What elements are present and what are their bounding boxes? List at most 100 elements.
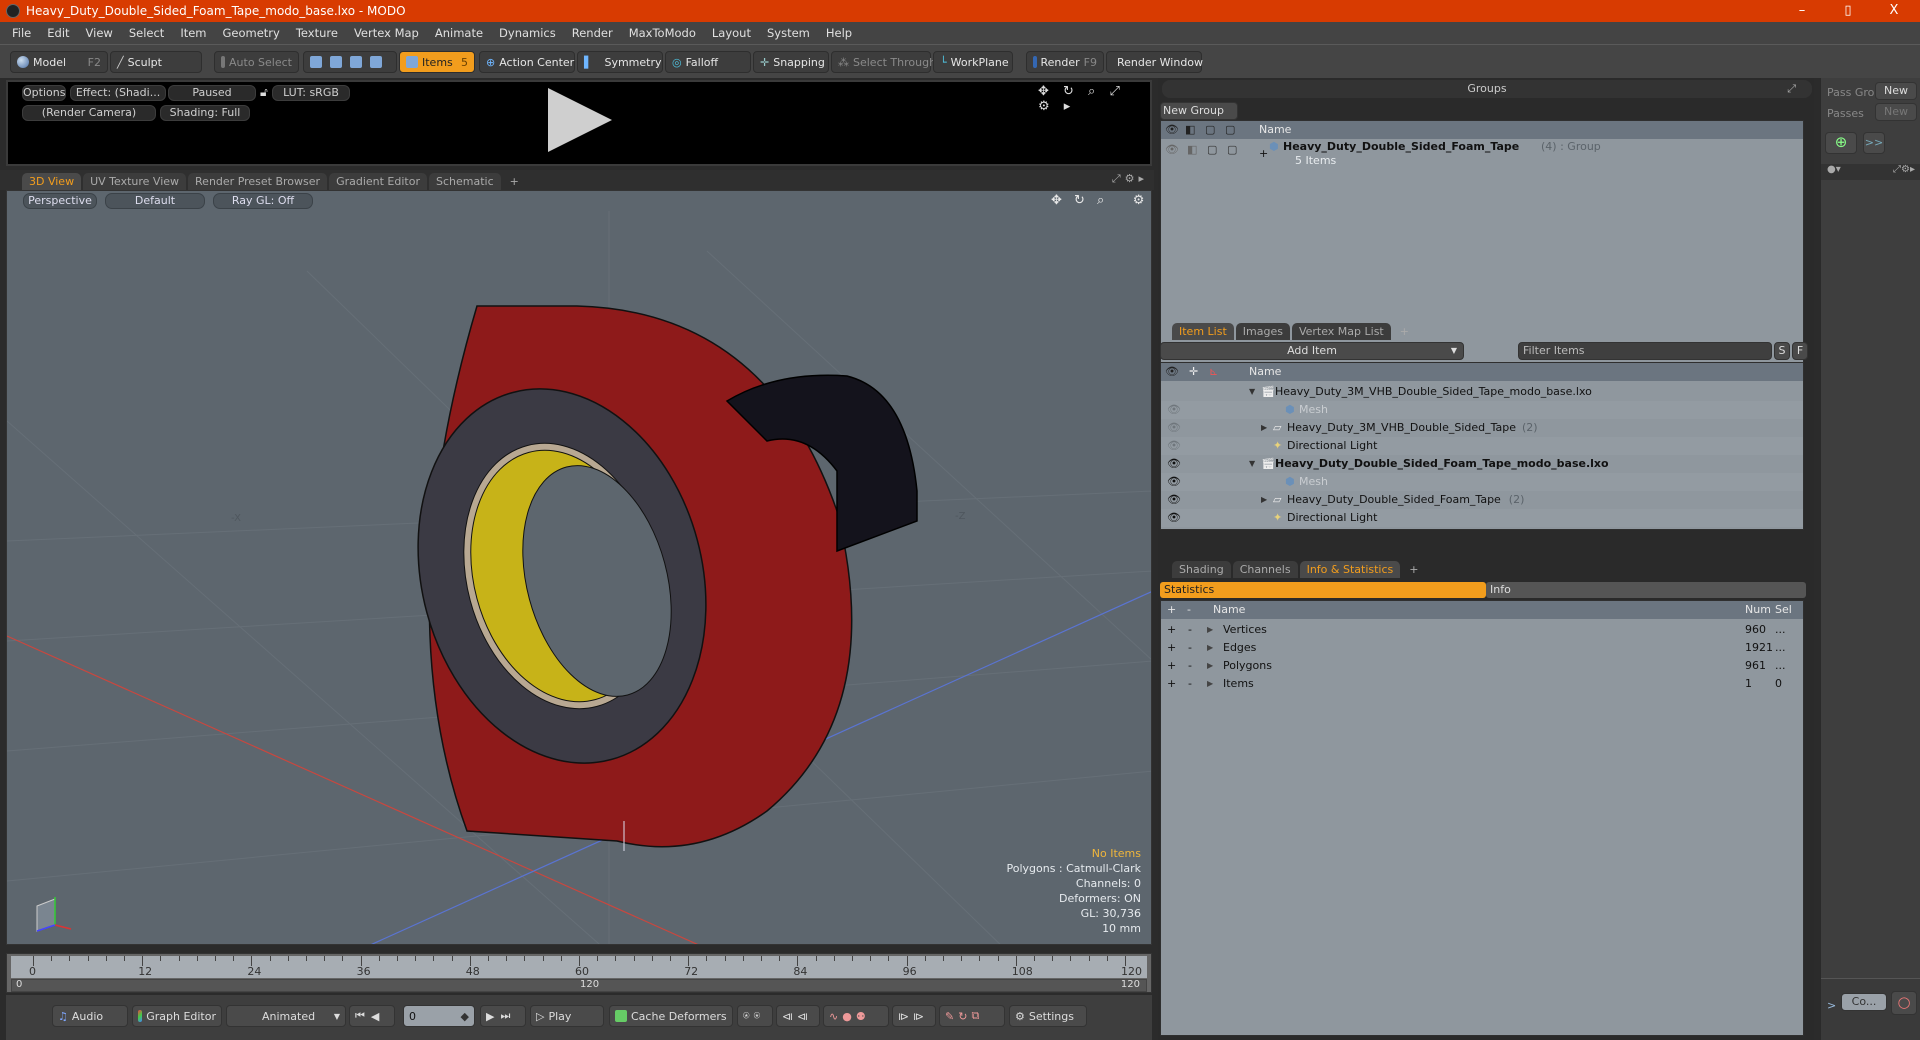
preview-paused-button[interactable]: Paused xyxy=(168,85,256,101)
expand-gear-icons[interactable]: ⤢⚙▸ xyxy=(1893,164,1915,175)
tab-render-preset-browser[interactable]: Render Preset Browser xyxy=(188,173,328,190)
preview-lut-dropdown[interactable]: LUT: sRGB xyxy=(272,85,350,101)
stat-expand-arrow-icon[interactable]: ▶ xyxy=(1207,657,1213,675)
record-macro-button[interactable]: ○ xyxy=(1891,991,1917,1015)
edges-mode-icon[interactable] xyxy=(330,56,342,68)
key-tools-3[interactable]: ∿ ● ⚉ xyxy=(823,1005,889,1027)
menu-animate[interactable]: Animate xyxy=(427,26,491,40)
close-button[interactable]: X xyxy=(1874,0,1914,22)
viewport-expand-gear-icons[interactable]: ⤢⚙▸ xyxy=(1112,172,1148,186)
play-preview-icon[interactable] xyxy=(548,88,612,152)
group-render-icon[interactable]: ◧ xyxy=(1187,141,1197,159)
add-item-dropdown[interactable]: Add Item ▼ xyxy=(1160,342,1464,360)
stat-collapse-button[interactable]: - xyxy=(1188,621,1192,639)
key-tools-1[interactable]: ⍟ ⍟ xyxy=(737,1005,773,1027)
menu-maxtomodo[interactable]: MaxToModo xyxy=(621,26,704,40)
visibility-icon[interactable]: 👁︎ xyxy=(1167,491,1181,509)
menu-edit[interactable]: Edit xyxy=(39,26,77,40)
item-list-row[interactable]: 👁︎ ▶ ▱ Heavy_Duty_3M_VHB_Double_Sided_Tape (… xyxy=(1161,419,1803,437)
key-tool-a-icon[interactable]: ✎ xyxy=(945,1010,954,1023)
stat-expand-button[interactable]: + xyxy=(1167,621,1176,639)
item-list-row[interactable]: 👁︎ ▶ ▱ Heavy_Duty_Double_Sided_Foam_Tape (2) xyxy=(1161,491,1803,509)
timeline-range[interactable]: 0 120 120 xyxy=(11,979,1147,992)
axis-col-icon[interactable]: ⊾ xyxy=(1209,363,1218,381)
menu-layout[interactable]: Layout xyxy=(704,26,759,40)
play-button[interactable]: ▷ Play xyxy=(530,1005,604,1027)
menu-view[interactable]: View xyxy=(78,26,121,40)
settings-button[interactable]: ⚙ Settings xyxy=(1009,1005,1087,1027)
animated-dropdown[interactable]: Animated ▼ xyxy=(226,1005,346,1027)
tab-channels[interactable]: Channels xyxy=(1232,561,1298,578)
auto-select-button[interactable]: Auto Select xyxy=(214,51,299,73)
menu-help[interactable]: Help xyxy=(818,26,860,40)
last-frame-icon[interactable]: ⏭ xyxy=(500,1009,512,1023)
stat-collapse-button[interactable]: - xyxy=(1188,639,1192,657)
render-button[interactable]: Render F9 xyxy=(1026,51,1104,73)
model-mode-button[interactable]: Model F2 xyxy=(10,51,108,73)
menu-geometry[interactable]: Geometry xyxy=(215,26,288,40)
menu-dynamics[interactable]: Dynamics xyxy=(491,26,564,40)
expand-icon[interactable]: ⤢ xyxy=(1787,80,1796,98)
menu-system[interactable]: System xyxy=(759,26,818,40)
frame-input[interactable]: 0 ◆ xyxy=(403,1005,475,1027)
group-expand-icon[interactable]: + xyxy=(1259,145,1268,163)
add-panel-tab-button[interactable]: + xyxy=(1393,323,1416,340)
add-pass-button[interactable]: ⊕ xyxy=(1825,132,1857,154)
tab-vertex-map-list[interactable]: Vertex Map List xyxy=(1291,323,1391,340)
expand-all-col[interactable]: + xyxy=(1167,601,1176,619)
visibility-col-icon[interactable]: 👁︎ xyxy=(1165,363,1179,381)
group-lock-checkbox[interactable]: ▢ xyxy=(1207,141,1217,159)
frame-stepper-icon[interactable]: ◆ xyxy=(461,1010,469,1023)
item-list-row[interactable]: 👁︎ ▼ 🎬︎Heavy_Duty_3M_VHB_Double_Sided_Tape… xyxy=(1161,383,1803,401)
viewport-nav-icons[interactable]: ✥ ↻ ⌕ ⚙ xyxy=(1051,193,1148,208)
falloff-button[interactable]: ◎ Falloff xyxy=(665,51,751,73)
panel-menu-icon[interactable]: ●▾ xyxy=(1827,164,1841,175)
menu-select[interactable]: Select xyxy=(121,26,172,40)
skip-end-buttons[interactable]: ▶ ⏭ xyxy=(480,1005,526,1027)
tab-uv-texture-view[interactable]: UV Texture View xyxy=(83,173,187,190)
preview-view-controls[interactable]: ✥ ↻ ⌕ ⤢ ⚙ ▸ xyxy=(1038,84,1150,114)
stat-collapse-button[interactable]: - xyxy=(1188,657,1192,675)
render-col-icon[interactable]: ◧ xyxy=(1185,121,1195,139)
view-style-dropdown[interactable]: Default xyxy=(105,193,205,209)
snapping-button[interactable]: ✛ Snapping xyxy=(753,51,829,73)
materials-mode-icon[interactable] xyxy=(370,56,382,68)
item-list-row[interactable]: 👁︎ ⬢ Mesh xyxy=(1161,401,1803,419)
select-through-button[interactable]: ⁂ Select Through xyxy=(831,51,936,73)
expand-icon[interactable]: ▶ xyxy=(1261,491,1267,509)
prev-keyframe-icon[interactable]: ⧏ xyxy=(782,1010,793,1023)
audio-button[interactable]: ♫ Audio xyxy=(52,1005,128,1027)
key-down-icon[interactable]: ⍟ xyxy=(754,1009,761,1023)
tab-item-list[interactable]: Item List xyxy=(1172,323,1234,340)
skip-start-buttons[interactable]: ⏮ ◀ xyxy=(349,1005,395,1027)
prev-keyframe2-icon[interactable]: ⧏ xyxy=(797,1010,808,1023)
tab-3d-view[interactable]: 3D View xyxy=(22,173,82,190)
next-key-icon[interactable]: ▶ xyxy=(486,1010,496,1023)
3d-viewport[interactable]: -X -Z Perspective Default Ray GL: Off ✥ … xyxy=(6,190,1152,945)
raygl-toggle[interactable]: Ray GL: Off xyxy=(213,193,313,209)
first-frame-icon[interactable]: ⏮ xyxy=(355,1009,367,1023)
group-select-checkbox[interactable]: ▢ xyxy=(1227,141,1237,159)
item-list-row[interactable]: 👁︎ ⬢ Mesh xyxy=(1161,473,1803,491)
key-tools-2[interactable]: ⧏ ⧏ xyxy=(776,1005,820,1027)
more-button[interactable]: >> xyxy=(1863,132,1885,154)
key-curve-icon[interactable]: ∿ xyxy=(829,1010,838,1023)
statistics-tab[interactable]: Statistics xyxy=(1160,582,1486,598)
command-input[interactable]: Co... xyxy=(1841,993,1887,1011)
sculpt-mode-button[interactable]: ╱ Sculpt xyxy=(110,51,202,73)
key-tools-4[interactable]: ⧐ ⧐ xyxy=(892,1005,936,1027)
pivot-col-icon[interactable]: ✛ xyxy=(1189,363,1198,381)
prev-key-icon[interactable]: ◀ xyxy=(371,1010,381,1023)
visibility-icon[interactable]: 👁︎ xyxy=(1167,383,1181,401)
select-col-icon[interactable]: ▢ xyxy=(1225,121,1235,139)
statistics-row[interactable]: + - ▶ Items 1 0 xyxy=(1161,675,1803,693)
new-pass-button[interactable]: New xyxy=(1875,103,1917,121)
next-keyframe2-icon[interactable]: ⧐ xyxy=(913,1010,924,1023)
key-tool-c-icon[interactable]: ⧉ xyxy=(971,1009,979,1023)
tab-schematic[interactable]: Schematic xyxy=(429,173,501,190)
stat-expand-button[interactable]: + xyxy=(1167,675,1176,693)
workplane-button[interactable]: └ WorkPlane xyxy=(933,51,1013,73)
menu-render[interactable]: Render xyxy=(564,26,621,40)
next-keyframe-icon[interactable]: ⧐ xyxy=(898,1010,909,1023)
item-list-row[interactable]: 👁︎ ▼ 🎬︎ Heavy_Duty_Double_Sided_Foam_Tape_m… xyxy=(1161,455,1803,473)
